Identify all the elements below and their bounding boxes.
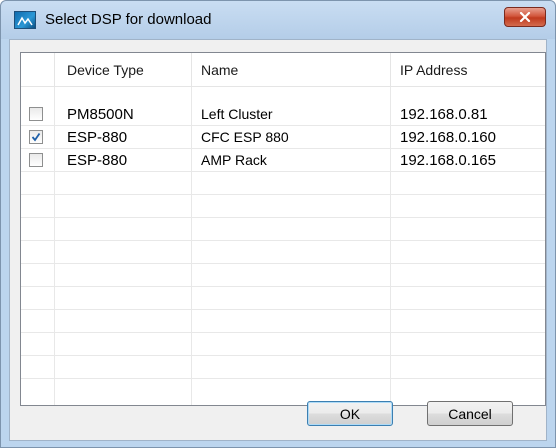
cell-device-type: ESP-880 bbox=[67, 152, 128, 169]
header-separator bbox=[54, 53, 55, 87]
window-title: Select DSP for download bbox=[45, 11, 212, 28]
table-header: Device Type Name IP Address bbox=[21, 53, 545, 87]
cell-device-type: PM8500N bbox=[67, 106, 134, 123]
ok-button[interactable]: OK bbox=[307, 401, 393, 426]
column-header-ip-address[interactable]: IP Address bbox=[400, 62, 467, 78]
empty-row bbox=[21, 241, 545, 264]
empty-row bbox=[21, 195, 545, 218]
cell-name: AMP Rack bbox=[201, 152, 267, 168]
empty-row bbox=[21, 287, 545, 310]
cell-ip-address: 192.168.0.160 bbox=[400, 129, 496, 146]
empty-row bbox=[21, 218, 545, 241]
cell-name: CFC ESP 880 bbox=[201, 129, 289, 145]
table-row[interactable]: ESP-880 AMP Rack 192.168.0.165 bbox=[21, 149, 545, 172]
row-checkbox[interactable] bbox=[29, 107, 43, 121]
empty-row bbox=[21, 333, 545, 356]
empty-row bbox=[21, 172, 545, 195]
device-grid: Device Type Name IP Address PM8500N Left… bbox=[20, 52, 546, 406]
column-header-name[interactable]: Name bbox=[201, 62, 238, 78]
dialog-window: Select DSP for download Device Type Name… bbox=[0, 0, 556, 448]
cell-name: Left Cluster bbox=[201, 106, 273, 122]
empty-row bbox=[21, 356, 545, 379]
header-separator bbox=[390, 53, 391, 87]
title-bar[interactable]: Select DSP for download bbox=[1, 1, 555, 39]
row-checkbox[interactable] bbox=[29, 130, 43, 144]
cell-ip-address: 192.168.0.81 bbox=[400, 106, 488, 123]
empty-row bbox=[21, 264, 545, 287]
table-row[interactable]: ESP-880 CFC ESP 880 192.168.0.160 bbox=[21, 126, 545, 149]
app-icon bbox=[14, 11, 36, 29]
cell-device-type: ESP-880 bbox=[67, 129, 128, 146]
close-icon bbox=[519, 12, 531, 22]
table-row[interactable]: PM8500N Left Cluster 192.168.0.81 bbox=[21, 103, 545, 126]
checkmark-icon bbox=[31, 132, 41, 142]
row-checkbox[interactable] bbox=[29, 153, 43, 167]
empty-row bbox=[21, 310, 545, 333]
close-button[interactable] bbox=[504, 7, 546, 27]
cell-ip-address: 192.168.0.165 bbox=[400, 152, 496, 169]
cancel-button[interactable]: Cancel bbox=[427, 401, 513, 426]
header-separator bbox=[191, 53, 192, 87]
dialog-body: Device Type Name IP Address PM8500N Left… bbox=[9, 39, 547, 441]
column-header-device-type[interactable]: Device Type bbox=[67, 62, 144, 78]
